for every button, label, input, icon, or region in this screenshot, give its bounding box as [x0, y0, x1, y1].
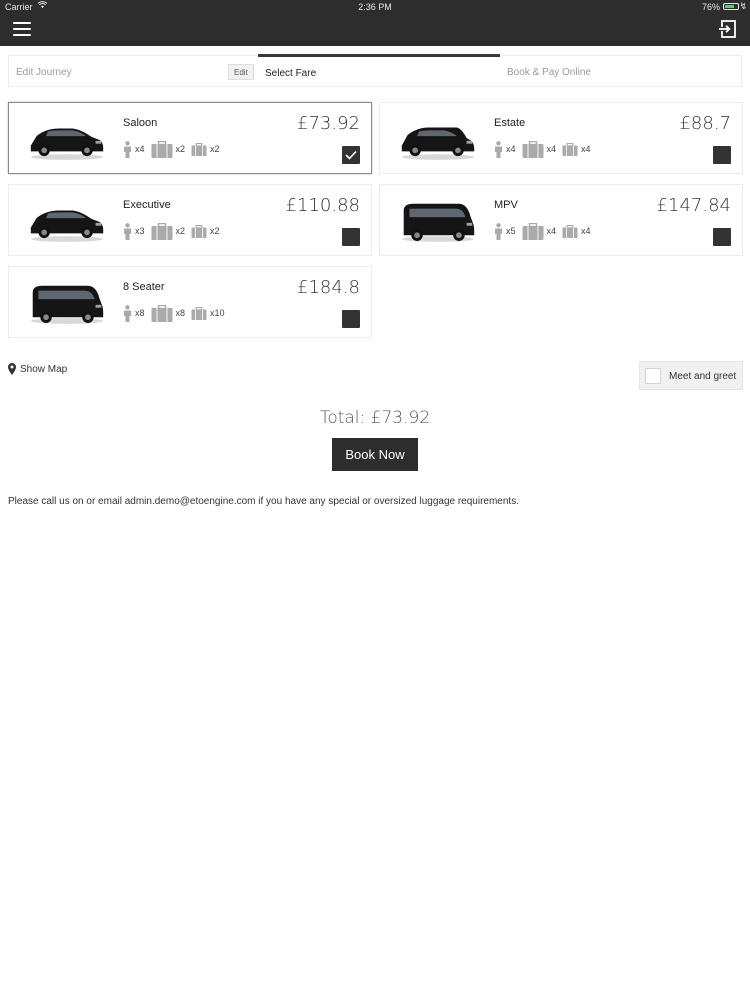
- hand-luggage-icon: [562, 142, 578, 156]
- step-book-pay-label: Book & Pay Online: [507, 67, 591, 78]
- hamburger-menu-icon[interactable]: [13, 22, 31, 36]
- vehicle-capacity: x5 x4 x4: [494, 222, 597, 240]
- edit-button[interactable]: Edit: [228, 64, 254, 80]
- luggage-count: x4: [546, 226, 557, 236]
- vehicle-price: £110.88: [285, 195, 360, 216]
- selected-checkbox[interactable]: [342, 146, 360, 164]
- vehicle-price: £147.84: [656, 195, 731, 216]
- suitcase-icon: [151, 304, 173, 322]
- passenger-count: x4: [506, 144, 516, 154]
- vehicle-capacity: x4 x4 x4: [494, 140, 597, 158]
- suitcase-icon: [151, 222, 173, 240]
- step-select-fare-label: Select Fare: [265, 68, 317, 79]
- charging-icon: ↯: [739, 1, 747, 11]
- vehicle-capacity: x8 x8 x10: [123, 304, 231, 322]
- meet-and-greet-checkbox[interactable]: [645, 368, 661, 384]
- meet-and-greet-toggle[interactable]: Meet and greet: [639, 361, 743, 390]
- step-edit-journey-label: Edit Journey: [16, 67, 72, 78]
- vehicle-image: [30, 285, 104, 324]
- vehicle-price: £184.8: [297, 277, 360, 298]
- vehicle-image: [401, 203, 475, 242]
- step-book-pay[interactable]: Book & Pay Online: [500, 56, 742, 86]
- luggage-count: x2: [175, 144, 186, 154]
- vehicle-price: £73.92: [297, 113, 360, 134]
- luggage-count: x4: [546, 144, 557, 154]
- hand-luggage-icon: [562, 224, 578, 238]
- vehicle-name: MPV: [494, 199, 518, 211]
- vehicle-name: Saloon: [123, 117, 158, 129]
- vehicle-name: 8 Seater: [123, 281, 165, 293]
- select-checkbox[interactable]: [713, 146, 731, 164]
- vehicle-name: Executive: [123, 199, 171, 211]
- passenger-icon: [124, 140, 131, 158]
- hand-luggage-count: x2: [210, 144, 220, 154]
- select-checkbox[interactable]: [342, 228, 360, 246]
- app-header: Carrier 2:36 PM 76% ↯: [0, 0, 750, 46]
- battery-icon: [723, 3, 739, 10]
- vehicle-image: [30, 210, 104, 242]
- passenger-count: x5: [506, 226, 516, 236]
- hand-luggage-count: x2: [210, 226, 220, 236]
- passenger-icon: [495, 140, 502, 158]
- vehicle-image: [30, 128, 104, 160]
- vehicle-card-estate[interactable]: Estate £88.7 x4 x4 x4: [379, 102, 743, 174]
- booking-steps: Edit Journey Edit Select Fare Book & Pay…: [8, 54, 742, 87]
- vehicle-capacity: x3 x2 x2: [123, 222, 226, 240]
- step-edit-journey[interactable]: Edit Journey Edit: [9, 56, 258, 86]
- step-select-fare[interactable]: Select Fare: [258, 54, 500, 86]
- book-now-button[interactable]: Book Now: [332, 438, 418, 471]
- show-map-link[interactable]: Show Map: [8, 363, 67, 375]
- vehicle-card-8-seater[interactable]: 8 Seater £184.8 x8 x8 x10: [8, 266, 372, 338]
- passenger-count: x4: [135, 144, 145, 154]
- meet-and-greet-label: Meet and greet: [669, 371, 737, 382]
- hand-luggage-count: x4: [581, 144, 591, 154]
- select-checkbox[interactable]: [342, 310, 360, 328]
- passenger-icon: [124, 222, 131, 240]
- vehicle-card-executive[interactable]: Executive £110.88 x3 x2 x2: [8, 184, 372, 256]
- check-icon: [345, 150, 357, 160]
- hand-luggage-icon: [191, 306, 207, 320]
- passenger-count: x8: [135, 308, 145, 318]
- vehicle-card-saloon[interactable]: Saloon £73.92 x4 x2 x2: [8, 102, 372, 174]
- total-price: Total: £73.92: [319, 408, 431, 428]
- vehicle-name: Estate: [494, 117, 526, 129]
- map-marker-icon: [8, 363, 16, 375]
- passenger-icon: [495, 222, 502, 240]
- luggage-count: x8: [175, 308, 186, 318]
- status-bar: Carrier 2:36 PM 76% ↯: [0, 0, 750, 14]
- status-time: 2:36 PM: [358, 2, 392, 12]
- hand-luggage-count: x4: [581, 226, 591, 236]
- hand-luggage-icon: [191, 224, 207, 238]
- hand-luggage-icon: [191, 142, 207, 156]
- passenger-icon: [124, 304, 131, 322]
- luggage-count: x2: [175, 226, 186, 236]
- hand-luggage-count: x10: [210, 308, 225, 318]
- vehicle-capacity: x4 x2 x2: [123, 140, 226, 158]
- vehicle-price: £88.7: [679, 113, 731, 134]
- passenger-count: x3: [135, 226, 145, 236]
- vehicle-card-mpv[interactable]: MPV £147.84 x5 x4 x4: [379, 184, 743, 256]
- suitcase-icon: [522, 222, 544, 240]
- luggage-note: Please call us on or email admin.demo@et…: [8, 496, 519, 507]
- sign-out-icon[interactable]: [717, 19, 737, 39]
- show-map-label: Show Map: [20, 363, 68, 375]
- vehicle-image: [401, 127, 475, 160]
- suitcase-icon: [151, 140, 173, 158]
- select-checkbox[interactable]: [713, 228, 731, 246]
- battery-percentage: 76%: [701, 2, 720, 12]
- suitcase-icon: [522, 140, 544, 158]
